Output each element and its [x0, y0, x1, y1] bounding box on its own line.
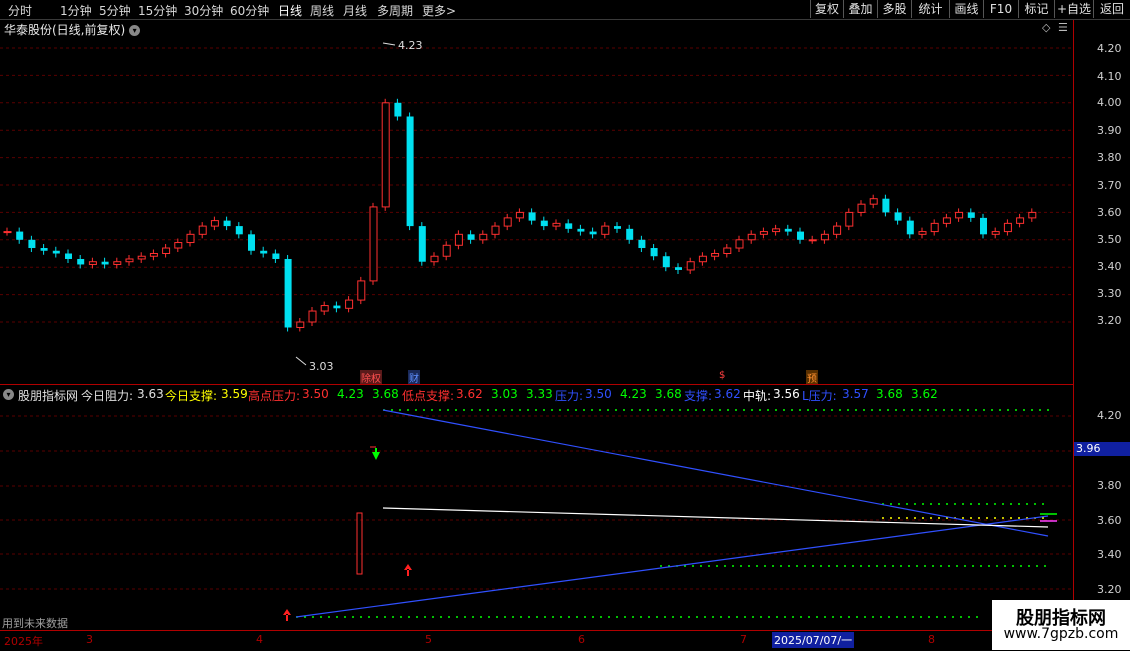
- f10-button[interactable]: F10: [983, 0, 1018, 18]
- resist-today-label: 今日阻力:: [81, 389, 134, 403]
- up-arrow-icon: [283, 609, 291, 621]
- price-tick: 4.10: [1097, 70, 1122, 83]
- price-tick: 3.30: [1097, 287, 1122, 300]
- month-label: 3: [86, 633, 93, 646]
- resist-today-value: 3.63: [137, 387, 164, 401]
- chevron-right-icon: >: [446, 4, 457, 18]
- pressure-a: 4.23: [620, 387, 647, 401]
- month-label: 4: [256, 633, 263, 646]
- mid-rail-value: 3.56: [773, 387, 800, 401]
- back-button[interactable]: 返回: [1093, 0, 1130, 18]
- indicator-header: ▾ 股朋指标网 今日阻力: 3.63 今日支撑: 3.59 高点压力: 3.50…: [0, 385, 1073, 403]
- support-today-label: 今日支撑:: [165, 389, 218, 403]
- support-today-value: 3.59: [221, 387, 248, 401]
- month-label: 5: [425, 633, 432, 646]
- date-axis: 2025年 3 4 5 6 7 2025/07/07/一 8: [0, 630, 1130, 651]
- cursor-date-label: 2025/07/07/一: [772, 632, 855, 648]
- l-pressure-label: L压力:: [802, 389, 837, 403]
- mid-rail-label: 中轨:: [743, 389, 772, 403]
- candlestick-chart[interactable]: 4.23 3.03: [0, 20, 1073, 385]
- multi-stock-button[interactable]: 多股: [877, 0, 911, 18]
- right-axis-line: [1073, 20, 1074, 630]
- month-label: 7: [740, 633, 747, 646]
- indicator-chart[interactable]: [0, 403, 1073, 630]
- indicator-name[interactable]: 股朋指标网: [18, 387, 78, 404]
- high-pressure-value: 3.50: [302, 387, 329, 401]
- period-tab-multi[interactable]: 多周期: [377, 2, 413, 19]
- high-price-label: 4.23: [398, 39, 423, 52]
- period-tab-60min[interactable]: 60分钟: [230, 2, 269, 19]
- indicator-tick: 3.60: [1097, 514, 1122, 527]
- low-support-a: 3.03: [491, 387, 518, 401]
- high-pressure-label: 高点压力:: [248, 389, 301, 403]
- price-tick: 3.90: [1097, 124, 1122, 137]
- pressure-b: 3.68: [655, 387, 682, 401]
- watermark-url: www.7gpzb.com: [1003, 626, 1119, 642]
- price-tick: 3.50: [1097, 233, 1122, 246]
- period-tab-daily[interactable]: 日线: [278, 2, 302, 19]
- high-annotation: 4.23: [382, 39, 423, 52]
- price-tick: 3.20: [1097, 314, 1122, 327]
- ex-rights-marker[interactable]: 除权: [360, 370, 382, 385]
- high-pressure-b: 3.68: [372, 387, 399, 401]
- l-pressure-a: 3.68: [876, 387, 903, 401]
- pressure-label: 压力:: [555, 389, 584, 403]
- period-tab-monthly[interactable]: 月线: [343, 2, 367, 19]
- support-value: 3.62: [714, 387, 741, 401]
- adjust-button[interactable]: 复权: [810, 0, 843, 18]
- month-label: 6: [578, 633, 585, 646]
- candles: [3, 98, 1037, 332]
- price-tick: 4.20: [1097, 42, 1122, 55]
- price-tick: 3.60: [1097, 206, 1122, 219]
- watermark: 股朋指标网 www.7gpzb.com: [992, 600, 1130, 650]
- l-pressure-b: 3.62: [911, 387, 938, 401]
- signal-bar: [356, 512, 363, 575]
- indicator-tick: 3.20: [1097, 583, 1122, 596]
- price-tick: 3.80: [1097, 151, 1122, 164]
- forecast-marker[interactable]: 预: [806, 370, 818, 385]
- indicator-tick: 4.20: [1097, 409, 1122, 422]
- statistics-button[interactable]: 统计: [911, 0, 949, 18]
- l-pressure-value: 3.57: [842, 387, 869, 401]
- draw-line-button[interactable]: 画线: [949, 0, 983, 18]
- support-label: 支撑:: [684, 389, 713, 403]
- low-annotation: 3.03: [295, 356, 334, 373]
- price-tick: 4.00: [1097, 96, 1122, 109]
- price-tick: 3.70: [1097, 179, 1122, 192]
- indicator-tick: 3.80: [1097, 479, 1122, 492]
- period-tab-1min[interactable]: 1分钟: [60, 2, 92, 19]
- low-support-b: 3.33: [526, 387, 553, 401]
- more-label: 更多: [422, 4, 447, 18]
- pressure-value: 3.50: [585, 387, 612, 401]
- period-toolbar: 分时 1分钟 5分钟 15分钟 30分钟 60分钟 日线 周线 月线 多周期 更…: [0, 0, 1130, 20]
- future-data-note: 用到未来数据: [2, 617, 68, 630]
- period-tab-weekly[interactable]: 周线: [310, 2, 334, 19]
- up-arrow-icon: [404, 564, 412, 576]
- period-tab-timeshare[interactable]: 分时: [8, 2, 32, 19]
- year-label: 2025年: [4, 635, 43, 648]
- current-value-badge: 3.96: [1074, 442, 1130, 456]
- period-tab-5min[interactable]: 5分钟: [99, 2, 131, 19]
- add-watchlist-button[interactable]: +自选: [1054, 0, 1093, 18]
- down-arrow-icon: [372, 448, 380, 460]
- overlay-button[interactable]: 叠加: [843, 0, 877, 18]
- period-tab-15min[interactable]: 15分钟: [138, 2, 177, 19]
- price-tick: 3.40: [1097, 260, 1122, 273]
- finance-marker[interactable]: 财: [408, 370, 420, 385]
- dividend-marker[interactable]: $: [718, 370, 726, 381]
- month-label: 8: [928, 633, 935, 646]
- period-tab-30min[interactable]: 30分钟: [184, 2, 223, 19]
- high-pressure-a: 4.23: [337, 387, 364, 401]
- low-support-value: 3.62: [456, 387, 483, 401]
- indicator-tick: 3.40: [1097, 548, 1122, 561]
- low-support-label: 低点支撑:: [402, 389, 455, 403]
- low-price-label: 3.03: [309, 360, 334, 373]
- period-tab-more[interactable]: 更多>: [422, 2, 456, 19]
- mark-button[interactable]: 标记: [1018, 0, 1054, 18]
- price-grid: [0, 47, 1073, 323]
